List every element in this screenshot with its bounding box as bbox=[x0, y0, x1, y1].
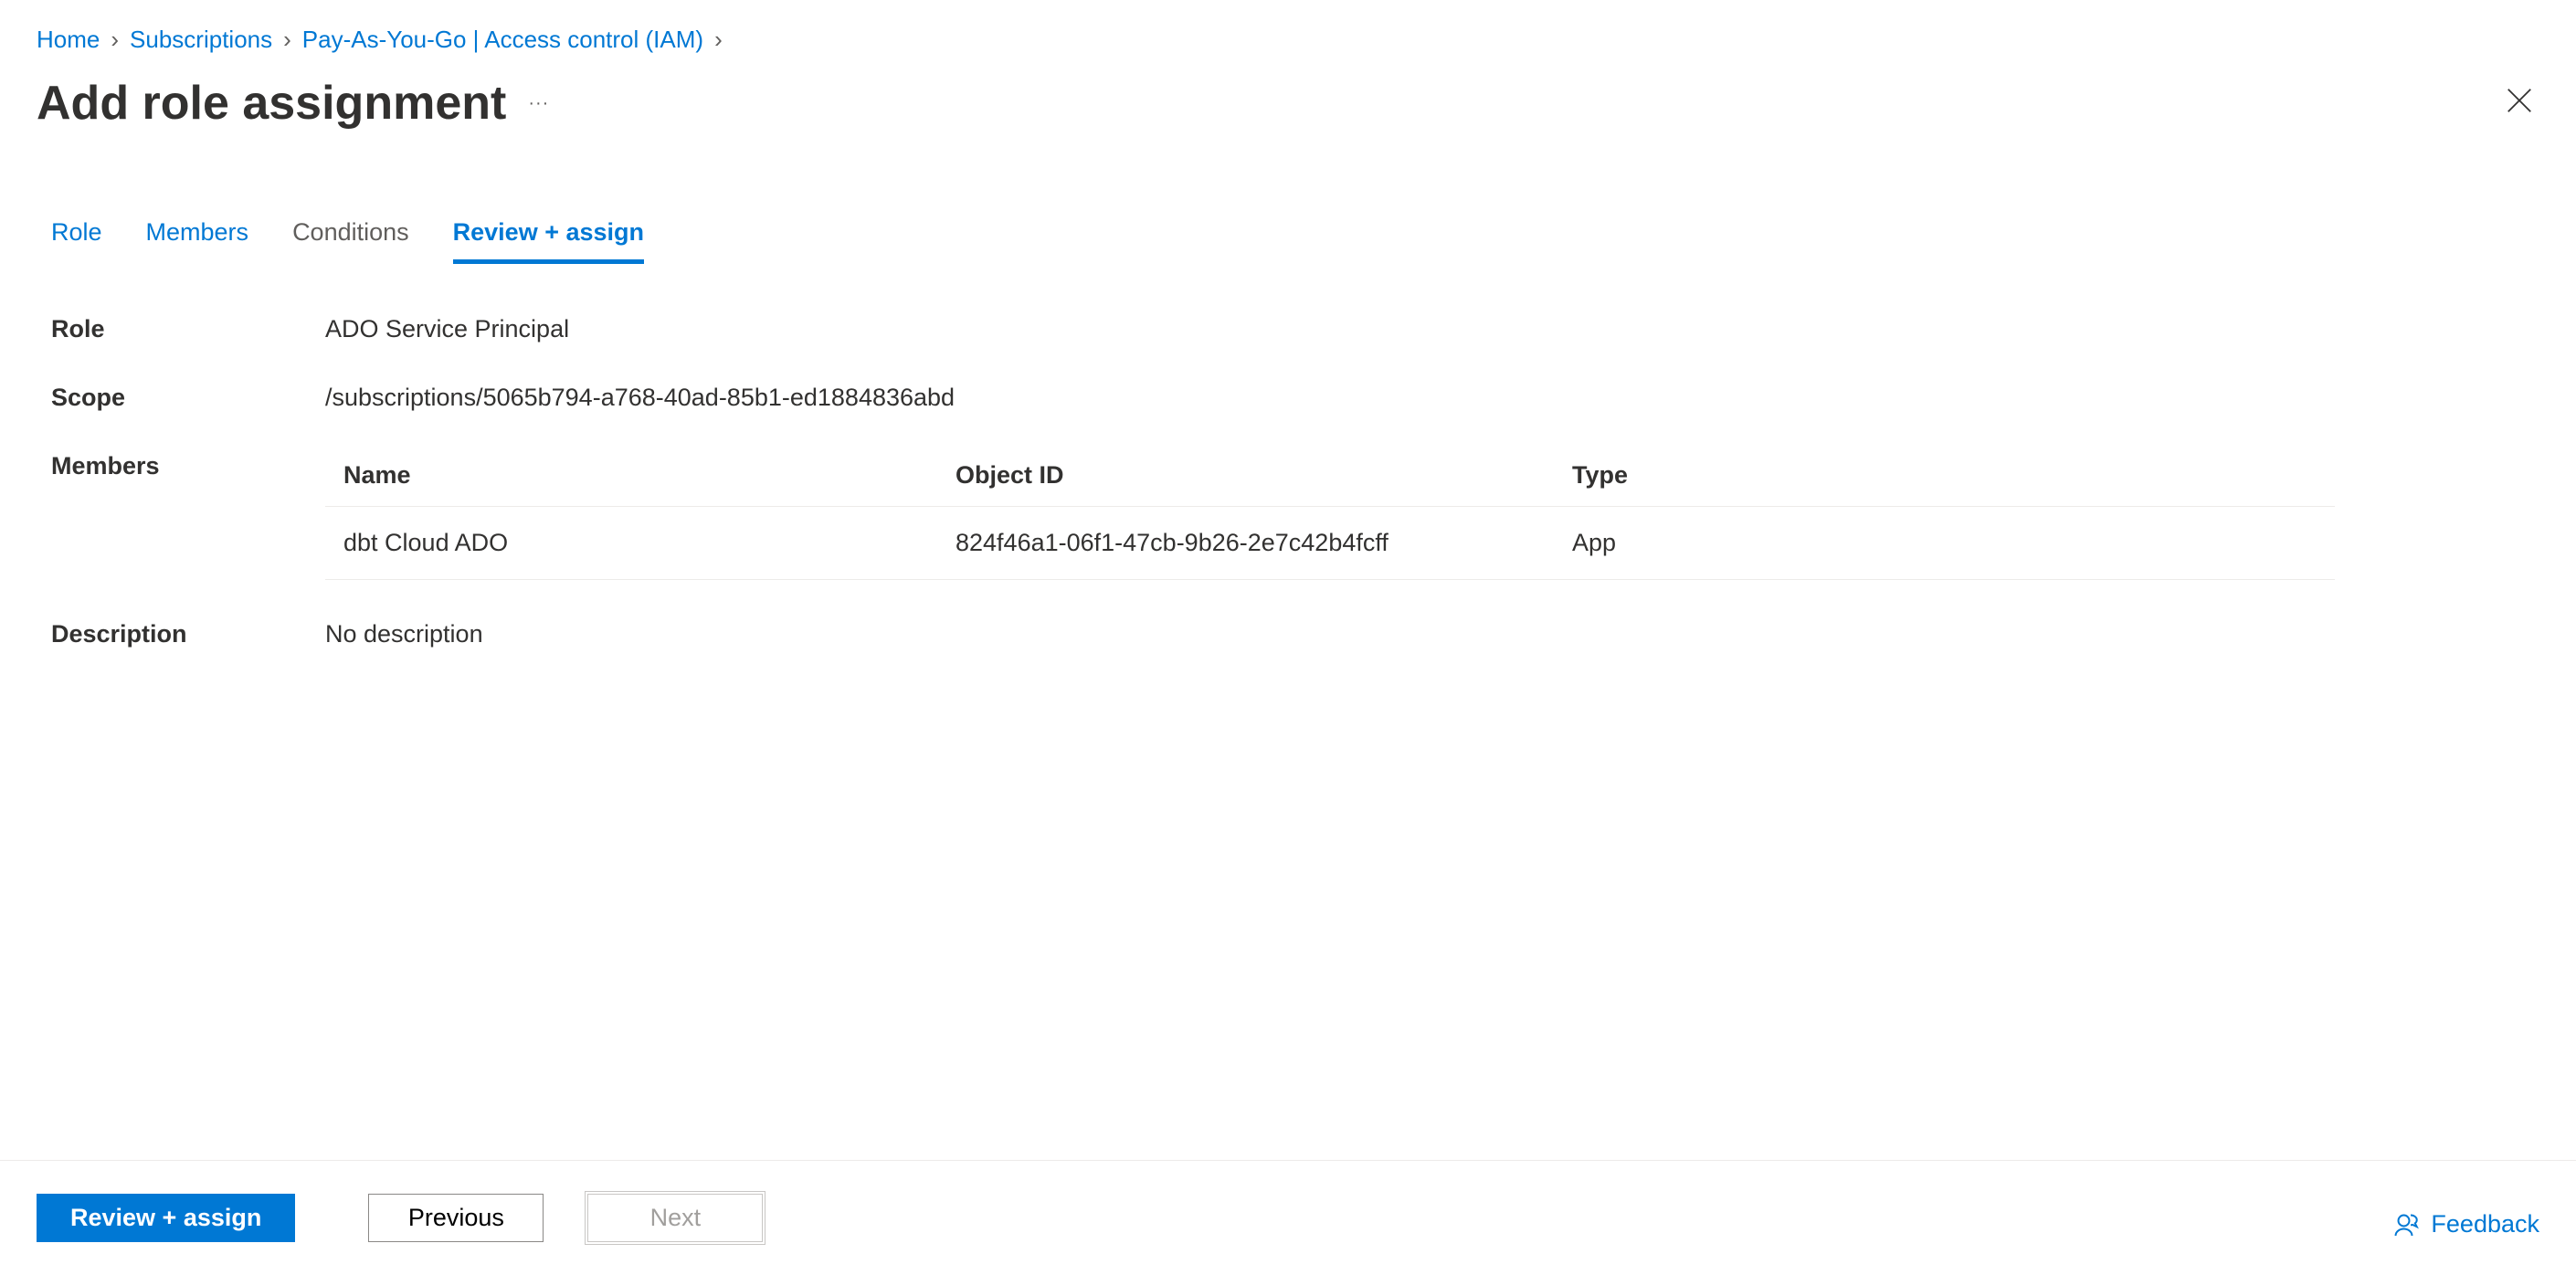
col-header-name: Name bbox=[325, 452, 937, 507]
tab-conditions[interactable]: Conditions bbox=[292, 218, 409, 264]
table-row: dbt Cloud ADO 824f46a1-06f1-47cb-9b26-2e… bbox=[325, 507, 2335, 580]
tab-bar: Role Members Conditions Review + assign bbox=[0, 131, 2576, 264]
feedback-icon bbox=[2394, 1211, 2422, 1238]
tab-members[interactable]: Members bbox=[146, 218, 249, 264]
previous-button[interactable]: Previous bbox=[368, 1194, 544, 1242]
tab-review-assign[interactable]: Review + assign bbox=[453, 218, 644, 264]
feedback-link[interactable]: Feedback bbox=[2394, 1210, 2539, 1238]
description-value: No description bbox=[325, 620, 483, 648]
col-header-object-id: Object ID bbox=[937, 452, 1554, 507]
members-label: Members bbox=[51, 452, 325, 480]
chevron-right-icon: › bbox=[283, 26, 291, 54]
breadcrumb-iam[interactable]: Pay-As-You-Go | Access control (IAM) bbox=[302, 26, 703, 54]
scope-label: Scope bbox=[51, 384, 325, 412]
members-table: Name Object ID Type dbt Cloud ADO 824f46… bbox=[325, 452, 2335, 580]
feedback-label: Feedback bbox=[2431, 1210, 2539, 1238]
member-type: App bbox=[1554, 507, 2335, 580]
role-label: Role bbox=[51, 315, 325, 343]
member-object-id: 824f46a1-06f1-47cb-9b26-2e7c42b4fcff bbox=[937, 507, 1554, 580]
scope-value: /subscriptions/5065b794-a768-40ad-85b1-e… bbox=[325, 384, 955, 412]
chevron-right-icon: › bbox=[714, 26, 723, 54]
review-assign-button[interactable]: Review + assign bbox=[37, 1194, 295, 1242]
breadcrumb: Home › Subscriptions › Pay-As-You-Go | A… bbox=[0, 0, 2576, 54]
footer-bar: Review + assign Previous Next Feedback bbox=[0, 1160, 2576, 1275]
description-label: Description bbox=[51, 620, 325, 648]
role-value: ADO Service Principal bbox=[325, 315, 569, 343]
close-icon[interactable] bbox=[2507, 88, 2532, 116]
chevron-right-icon: › bbox=[111, 26, 119, 54]
breadcrumb-subscriptions[interactable]: Subscriptions bbox=[130, 26, 272, 54]
page-title: Add role assignment bbox=[37, 76, 506, 131]
more-icon[interactable]: ··· bbox=[528, 93, 549, 114]
breadcrumb-home[interactable]: Home bbox=[37, 26, 100, 54]
member-name: dbt Cloud ADO bbox=[325, 507, 937, 580]
tab-role[interactable]: Role bbox=[51, 218, 102, 264]
next-button: Next bbox=[587, 1194, 763, 1242]
col-header-type: Type bbox=[1554, 452, 2335, 507]
